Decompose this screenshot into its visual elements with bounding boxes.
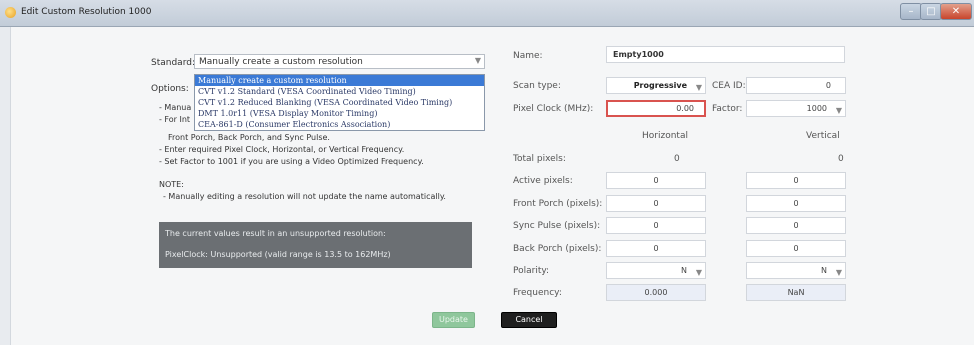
polarity-label: Polarity: xyxy=(513,266,550,276)
scan-type-value: Progressive xyxy=(633,81,687,90)
horizontal-header: Horizontal xyxy=(642,131,688,141)
total-pixels-label: Total pixels: xyxy=(513,154,566,164)
dropdown-option[interactable]: CVT v1.2 Reduced Blanking (VESA Coordina… xyxy=(195,97,484,108)
cea-id-field[interactable]: 0 xyxy=(746,77,846,94)
name-input[interactable]: Empty1000 xyxy=(606,46,845,63)
frequency-h-value: 0.000 xyxy=(606,284,706,301)
update-button[interactable]: Update xyxy=(432,312,475,328)
front-porch-h-input[interactable]: 0 xyxy=(606,195,706,212)
standard-label: Standard: xyxy=(151,58,195,68)
note-label: NOTE: xyxy=(159,180,184,189)
dropdown-option[interactable]: DMT 1.0r11 (VESA Display Monitor Timing) xyxy=(195,108,484,119)
instruction-obscured-2: - For Int xyxy=(159,115,191,124)
polarity-v-select[interactable]: N ▼ xyxy=(746,262,846,279)
active-pixels-h-input[interactable]: 0 xyxy=(606,172,706,189)
standard-dropdown-list: Manually create a custom resolution CVT … xyxy=(194,74,485,131)
close-button[interactable]: ✕ xyxy=(940,3,972,20)
sync-pulse-v-input[interactable]: 0 xyxy=(746,217,846,234)
frequency-label: Frequency: xyxy=(513,288,562,298)
frequency-v-value: NaN xyxy=(746,284,846,301)
maximize-button[interactable]: □ xyxy=(920,3,942,20)
active-pixels-v-input[interactable]: 0 xyxy=(746,172,846,189)
factor-value: 1000 xyxy=(806,104,827,113)
front-porch-v-input[interactable]: 0 xyxy=(746,195,846,212)
chevron-down-icon: ▼ xyxy=(695,83,702,92)
chevron-down-icon: ▼ xyxy=(695,268,702,277)
back-porch-h-input[interactable]: 0 xyxy=(606,240,706,257)
name-label: Name: xyxy=(513,51,543,61)
instruction-line: - Enter required Pixel Clock, Horizontal… xyxy=(159,145,405,154)
back-porch-v-input[interactable]: 0 xyxy=(746,240,846,257)
app-icon xyxy=(5,7,16,18)
warning-detail: PixelClock: Unsupported (valid range is … xyxy=(165,250,391,259)
scan-type-label: Scan type: xyxy=(513,81,561,91)
cancel-button[interactable]: Cancel xyxy=(501,312,557,328)
warning-text: The current values result in an unsuppor… xyxy=(165,229,386,238)
instruction-line: - Set Factor to 1001 if you are using a … xyxy=(159,157,424,166)
dropdown-option[interactable]: CVT v1.2 Standard (VESA Coordinated Vide… xyxy=(195,86,484,97)
window-title: Edit Custom Resolution 1000 xyxy=(21,7,152,17)
chevron-down-icon: ▼ xyxy=(474,56,481,65)
vertical-header: Vertical xyxy=(806,131,840,141)
pixel-clock-label: Pixel Clock (MHz): xyxy=(513,104,594,114)
minimize-icon: – xyxy=(908,6,914,17)
sync-pulse-h-input[interactable]: 0 xyxy=(606,217,706,234)
total-pixels-horizontal: 0 xyxy=(674,154,680,164)
note-text: - Manually editing a resolution will not… xyxy=(163,192,446,201)
minimize-button[interactable]: – xyxy=(900,3,922,20)
maximize-icon: □ xyxy=(926,6,936,17)
cea-id-label: CEA ID: xyxy=(712,81,746,91)
total-pixels-vertical: 0 xyxy=(838,154,844,164)
scan-type-select[interactable]: Progressive ▼ xyxy=(606,77,706,94)
front-porch-label: Front Porch (pixels): xyxy=(513,199,603,209)
title-bar: Edit Custom Resolution 1000 – □ ✕ xyxy=(0,0,974,27)
left-edge xyxy=(0,27,11,345)
standard-select[interactable]: Manually create a custom resolution ▼ xyxy=(194,54,485,69)
factor-label: Factor: xyxy=(712,104,743,114)
instruction-obscured-1: - Manua xyxy=(159,103,192,112)
polarity-h-value: N xyxy=(681,266,687,275)
dropdown-option[interactable]: Manually create a custom resolution xyxy=(195,75,484,86)
warning-box: The current values result in an unsuppor… xyxy=(159,222,472,268)
back-porch-label: Back Porch (pixels): xyxy=(513,244,602,254)
polarity-v-value: N xyxy=(821,266,827,275)
pixel-clock-input[interactable]: 0.00 xyxy=(606,100,706,117)
options-label: Options: xyxy=(151,84,189,94)
sync-pulse-label: Sync Pulse (pixels): xyxy=(513,221,601,231)
close-icon: ✕ xyxy=(951,6,961,17)
factor-select[interactable]: 1000 ▼ xyxy=(746,100,846,117)
active-pixels-label: Active pixels: xyxy=(513,176,573,186)
dropdown-option[interactable]: CEA-861-D (Consumer Electronics Associat… xyxy=(195,119,484,130)
polarity-h-select[interactable]: N ▼ xyxy=(606,262,706,279)
chevron-down-icon: ▼ xyxy=(835,106,842,115)
chevron-down-icon: ▼ xyxy=(835,268,842,277)
instruction-obscured-3: Front Porch, Back Porch, and Sync Pulse. xyxy=(168,133,330,142)
standard-select-value: Manually create a custom resolution xyxy=(199,57,363,67)
